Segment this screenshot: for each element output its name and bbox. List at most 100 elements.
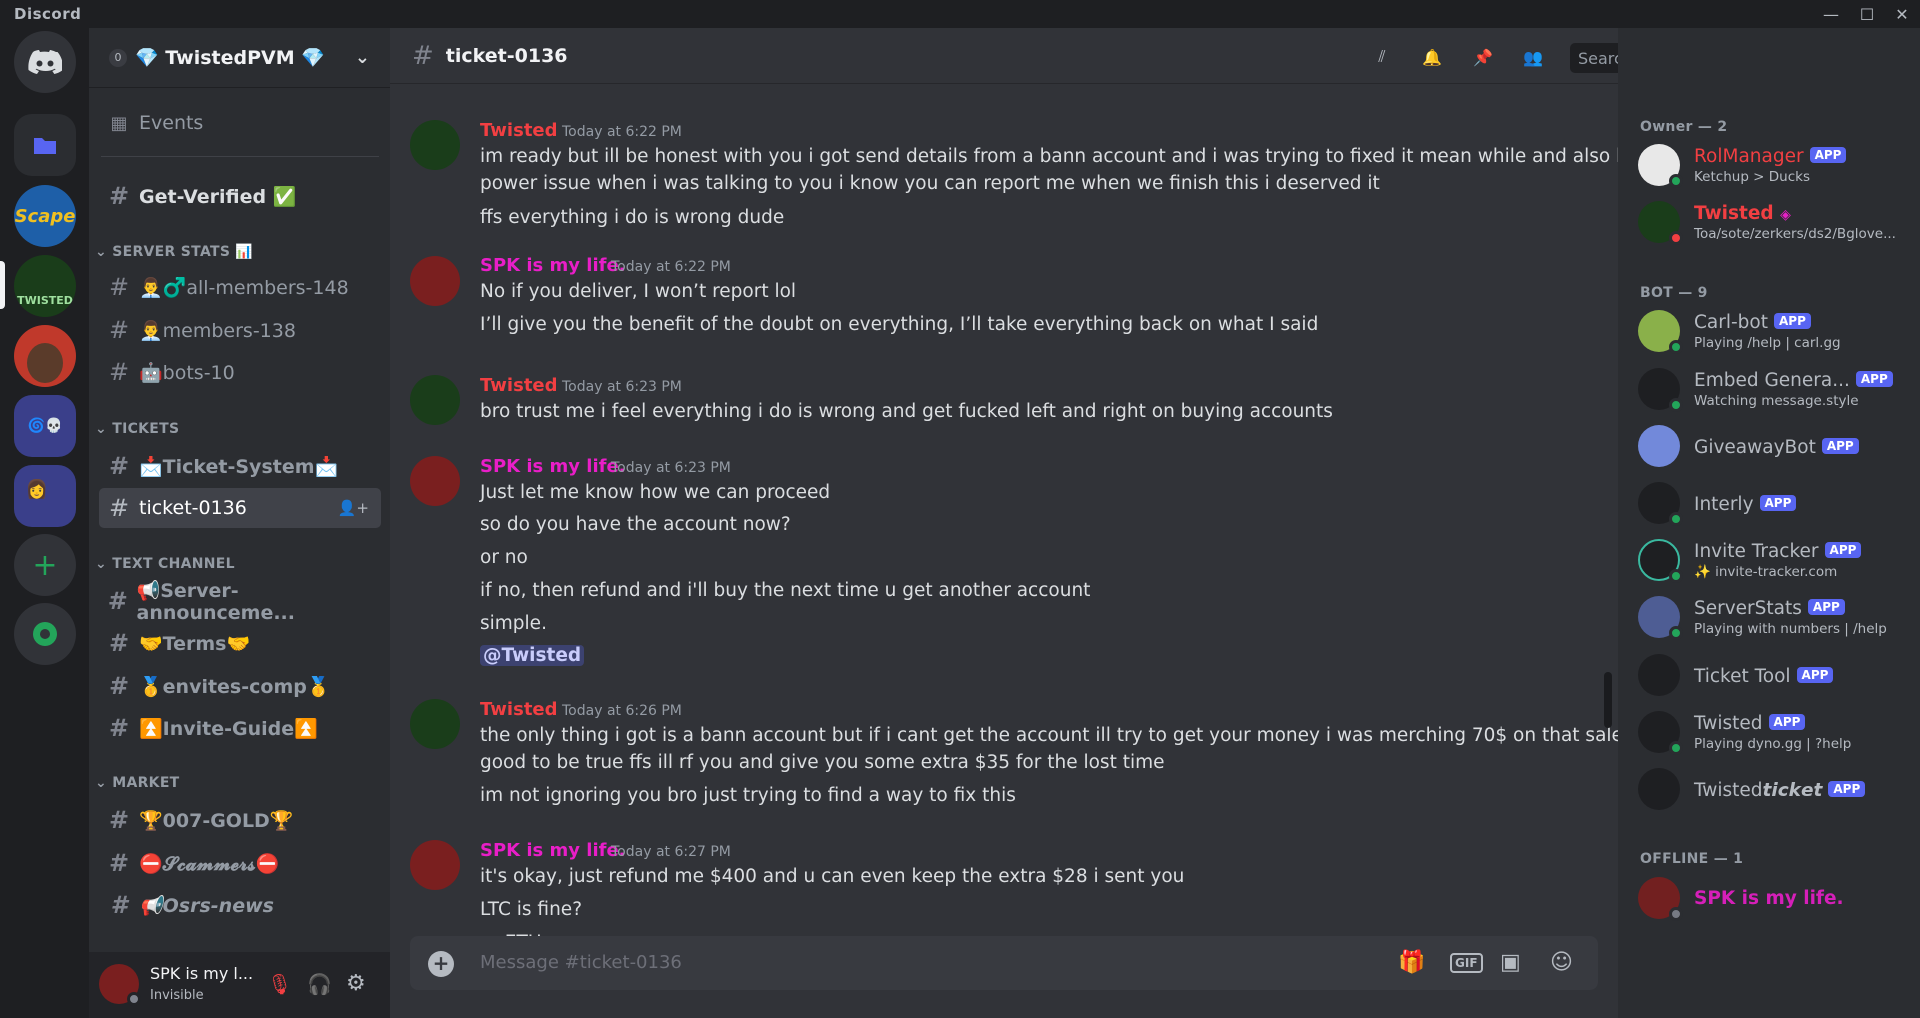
discord-logo-icon [28,50,62,74]
member-item[interactable]: RolManager APP Ketchup > Ducks [1638,138,1908,192]
pin-icon[interactable]: 📌 [1468,42,1498,72]
notification-bell-icon[interactable]: 🔔 [1417,42,1447,72]
member-list-icon[interactable]: 👥 [1518,42,1548,72]
member-group-header: OFFLINE — 1 [1640,851,1744,867]
close-icon[interactable]: ✕ [1885,0,1919,28]
status-online-icon [1669,512,1683,526]
avatar[interactable] [410,256,460,306]
emoji-icon[interactable]: ☺ [1550,950,1573,975]
divider [101,156,379,157]
add-member-icon[interactable]: 👤+ [338,499,369,517]
message-author[interactable]: Twisted [480,120,558,141]
server-twistedpvm[interactable]: TWISTED [14,255,76,317]
channel-all-members[interactable]: # 👨‍💼♂️all-members-148 [99,267,381,307]
message-line: ffs everything i do is wrong dude [480,207,785,228]
maximize-icon[interactable]: ☐ [1850,0,1884,28]
guild-name: 💎 TwistedPVM 💎 [135,47,325,69]
category-tickets[interactable]: ⌄ TICKETS [95,421,179,437]
channel-invite-guide[interactable]: # ⏫Invite-Guide⏫ [99,708,381,748]
channel-007-gold[interactable]: # 🏆007-GOLD🏆 [99,800,381,840]
category-server-stats[interactable]: ⌄ SERVER STATS 📊 [95,244,253,260]
channel-ticket-0136[interactable]: # ticket-0136 👤+ [99,488,381,528]
events-item[interactable]: ▦ Events [99,103,381,143]
member-item[interactable]: Twisted APP Playing dyno.gg | ?help [1638,705,1908,759]
guild-header[interactable]: 0 💎 TwistedPVM 💎 ⌄ [89,28,390,88]
gift-icon[interactable]: 🎁 [1398,950,1425,975]
sticker-icon[interactable]: ▣ [1500,950,1521,975]
member-activity: Playing dyno.gg | ?help [1694,736,1852,752]
message-author[interactable]: SPK is my life. [480,255,626,276]
message-author[interactable]: SPK is my life. [480,456,626,477]
member-name: Embed Genera... [1694,370,1850,391]
server-scape[interactable]: Scape [14,185,76,247]
member-item[interactable]: Embed Genera... APP Watching message.styl… [1638,362,1908,416]
member-item[interactable]: GiveawayBot APP [1638,419,1908,473]
server-avatar[interactable] [14,325,76,387]
user-panel: SPK is my l... Invisible 🎙 🎧 ⚙ [89,952,390,1018]
member-item[interactable]: Carl-bot APP Playing /help | carl.gg [1638,304,1908,358]
server-folder-2[interactable]: 🌀💀 [14,395,76,457]
member-activity: Playing /help | carl.gg [1694,335,1841,351]
channel-terms[interactable]: # 🤝Terms🤝 [99,623,381,663]
member-item[interactable]: Ticket Tool APP [1638,648,1908,702]
message-line: if no, then refund and i'll buy the next… [480,580,1091,601]
member-item[interactable]: SPK is my life. [1638,871,1908,925]
user-mention[interactable]: @Twisted [480,645,585,666]
avatar[interactable] [410,840,460,890]
avatar[interactable] [410,120,460,170]
app-badge: APP [1796,667,1834,683]
member-name: SPK is my life. [1694,888,1844,909]
minimize-icon[interactable]: — [1814,0,1848,28]
scrollbar-thumb[interactable] [1604,672,1612,728]
avatar [1638,654,1680,696]
message-line: Just let me know how we can proceed [480,482,831,503]
channel-envites-comp[interactable]: # 🥇envites-comp🥇 [99,666,381,706]
add-server-button[interactable]: + [14,534,76,596]
discover-button[interactable] [14,603,76,665]
home-button[interactable] [14,31,76,93]
channel-scammers[interactable]: # ⛔𝓢𝓬𝓪𝓶𝓶𝓮𝓻𝓼⛔ [99,843,381,883]
message-line: it's okay, just refund me $400 and u can… [480,866,1185,887]
mute-icon[interactable]: 🎙 [267,972,292,996]
member-activity: Playing with numbers | /help [1694,621,1887,637]
channel-label: 👨‍💼♂️all-members-148 [139,276,349,299]
category-market[interactable]: ⌄ MARKET [95,775,180,791]
settings-gear-icon[interactable]: ⚙ [346,971,366,996]
status-online-icon [1669,569,1683,583]
server-folder-3[interactable]: 👩 [14,465,76,527]
channel-announcements[interactable]: # 📢Server-announceme... [99,580,381,624]
attach-plus-icon[interactable]: + [428,951,454,977]
hash-icon: # [108,316,130,344]
channel-ticket-system[interactable]: # 📩Ticket-System📩 [99,446,381,486]
member-item[interactable]: Interly APP [1638,476,1908,530]
member-activity: Ketchup > Ducks [1694,169,1811,185]
member-item[interactable]: Twisted𝙩𝙞𝙘𝙠𝙚𝙩 APP [1638,762,1908,816]
threads-icon[interactable]: ⫽ [1367,42,1397,72]
avatar[interactable] [410,699,460,749]
channel-bots[interactable]: # 🤖bots-10 [99,352,381,392]
category-text-channel[interactable]: ⌄ TEXT CHANNEL [95,556,235,572]
headphones-icon[interactable]: 🎧 [307,972,332,996]
channel-label: 🥇envites-comp🥇 [139,675,331,698]
message-input[interactable]: Message #ticket-0136 [480,952,682,973]
member-item[interactable]: Invite Tracker APP ✨ invite-tracker.com [1638,533,1908,587]
avatar[interactable] [410,456,460,506]
channel-label: 🤖bots-10 [139,361,235,384]
app-badge: APP [1759,495,1797,511]
avatar[interactable] [410,375,460,425]
message-line: LTC is fine? [480,899,583,920]
message-composer[interactable]: + Message #ticket-0136 🎁 GIF ▣ ☺ [410,936,1598,990]
member-item[interactable]: Twisted ◈ Toa/sote/zerkers/ds2/Bglove... [1638,195,1908,249]
message-author[interactable]: Twisted [480,699,558,720]
channel-get-verified[interactable]: # Get-Verified ✅ [99,176,381,216]
message-author[interactable]: Twisted [480,375,558,396]
message-author[interactable]: SPK is my life. [480,840,626,861]
gif-icon[interactable]: GIF [1450,953,1483,973]
channel-members[interactable]: # 👨‍💼members-138 [99,310,381,350]
folder-button[interactable] [14,114,76,176]
member-name: GiveawayBot [1694,437,1816,458]
member-item[interactable]: ServerStats APP Playing with numbers | /h… [1638,590,1908,644]
folder-icon [34,138,56,154]
channel-label: 🤝Terms🤝 [139,632,251,655]
channel-osrs-news[interactable]: # 📢Osrs-news [99,885,381,925]
